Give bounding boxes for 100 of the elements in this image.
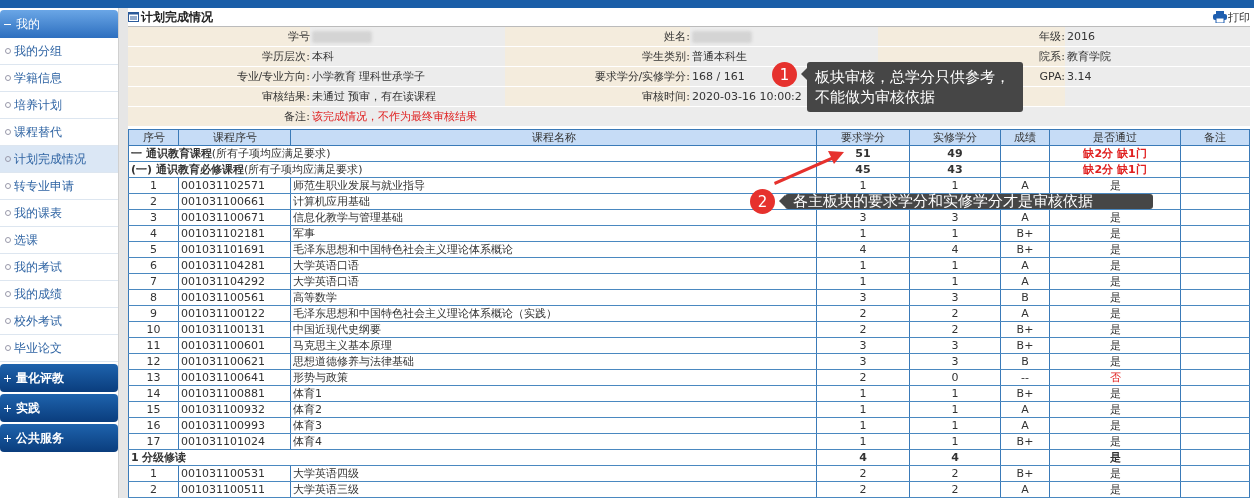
table-icon: [128, 12, 139, 22]
status-cell: 是: [1049, 225, 1181, 242]
status-cell: 是: [1049, 449, 1181, 466]
status-cell: 是: [1049, 433, 1181, 450]
table-cell: 4: [909, 449, 1001, 466]
table-cell: 13: [128, 369, 179, 386]
status-cell: 是: [1049, 257, 1181, 274]
table-cell: 2: [909, 465, 1001, 482]
table-cell: B+: [1000, 225, 1050, 242]
plus-icon: [4, 374, 11, 382]
status-cell: 是: [1049, 289, 1181, 306]
table-cell: 001031100641: [178, 369, 291, 386]
info-label: 审核结果:: [128, 87, 310, 107]
table-cell: 毛泽东思想和中国特色社会主义理论体系概论（实践）: [290, 305, 817, 322]
table-cell: 体育4: [290, 433, 817, 450]
table-cell: 001031100993: [178, 417, 291, 434]
table-cell: 大学英语三级: [290, 481, 817, 498]
status-cell: 缺2分 缺1门: [1049, 161, 1181, 178]
table-cell: 9: [128, 305, 179, 322]
table-cell: 1: [909, 273, 1001, 290]
column-header: 课程序号: [178, 129, 291, 146]
table-cell: 1: [816, 257, 910, 274]
table-cell: A: [1000, 481, 1050, 498]
table-cell: 7: [128, 273, 179, 290]
table-cell: 2: [128, 481, 179, 498]
info-value: 小学教育 理科世承学子: [310, 67, 505, 87]
info-value: 教育学院: [1065, 47, 1250, 67]
table-cell: 16: [128, 417, 179, 434]
table-cell: 4: [128, 225, 179, 242]
table-cell: 001031100601: [178, 337, 291, 354]
table-cell: 体育2: [290, 401, 817, 418]
table-cell: 001031100932: [178, 401, 291, 418]
table-cell: B: [1000, 289, 1050, 306]
table-cell: 马克思主义基本原理: [290, 337, 817, 354]
table-cell: 001031100131: [178, 321, 291, 338]
table-cell: 3: [816, 289, 910, 306]
table-cell: 1: [816, 417, 910, 434]
status-cell: 是: [1049, 273, 1181, 290]
status-cell: 是: [1049, 241, 1181, 258]
table-cell: 49: [909, 145, 1001, 162]
table-cell: 大学英语口语: [290, 273, 817, 290]
column-header: 序号: [128, 129, 179, 146]
table-cell: A: [1000, 257, 1050, 274]
annotation-note: 板块审核，总学分只供参考，不能做为审核依据: [807, 62, 1023, 112]
table-cell: 15: [128, 401, 179, 418]
table-cell: 2: [816, 465, 910, 482]
table-cell: 001031102181: [178, 225, 291, 242]
table-cell: 001031100661: [178, 193, 291, 210]
column-header: 是否通过: [1049, 129, 1181, 146]
table-cell: A: [1000, 273, 1050, 290]
column-header: 要求学分: [816, 129, 910, 146]
table-cell: 11: [128, 337, 179, 354]
sidebar-group-header[interactable]: 量化评教: [0, 364, 118, 392]
table-cell: 001031101024: [178, 433, 291, 450]
table-cell: 5: [128, 241, 179, 258]
arrow-annotation: [774, 151, 844, 185]
table-cell: 001031102571: [178, 177, 291, 194]
info-value: 2016: [1065, 27, 1250, 47]
table-cell: A: [1000, 177, 1050, 194]
table-cell: 体育1: [290, 385, 817, 402]
table-cell: 2: [816, 481, 910, 498]
table-cell: 军事: [290, 225, 817, 242]
sidebar-group-header[interactable]: 实践: [0, 394, 118, 422]
info-label: 学号: [128, 27, 310, 47]
table-cell: B: [1000, 353, 1050, 370]
sidebar-group-header[interactable]: 公共服务: [0, 424, 118, 452]
info-label: 审核时间:: [505, 87, 690, 107]
annotation-note: 各主板块的要求学分和实修学分才是审核依据: [785, 194, 1153, 209]
table-cell: 1: [816, 401, 910, 418]
table-cell: 001031100531: [178, 465, 291, 482]
sidebar-group-header[interactable]: 我的: [0, 10, 118, 38]
table-cell: A: [1000, 305, 1050, 322]
plus-icon: [4, 404, 11, 412]
table-cell: B+: [1000, 385, 1050, 402]
info-label: 备注:: [128, 107, 310, 127]
info-label: 学历层次:: [128, 47, 310, 67]
page-title: 计划完成情况: [141, 8, 213, 26]
table-cell: 4: [816, 449, 910, 466]
table-cell: 001031100122: [178, 305, 291, 322]
info-label: 姓名:: [505, 27, 690, 47]
table-cell: A: [1000, 401, 1050, 418]
table-cell: 1: [816, 225, 910, 242]
table-cell: 1: [816, 273, 910, 290]
table-cell: 3: [909, 289, 1001, 306]
table-cell: 12: [128, 353, 179, 370]
status-cell: 是: [1049, 177, 1181, 194]
print-link[interactable]: 打印: [1213, 9, 1250, 25]
sidebar-item[interactable]: 计划完成情况: [0, 146, 118, 173]
table-cell: 001031100671: [178, 209, 291, 226]
table-cell: 001031100881: [178, 385, 291, 402]
info-value: 普通本科生: [690, 47, 878, 67]
table-cell: 1: [909, 433, 1001, 450]
status-cell: 是: [1049, 385, 1181, 402]
table-cell: B+: [1000, 465, 1050, 482]
info-value: 未通过 预审，有在读课程: [310, 87, 505, 107]
column-header: 实修学分: [909, 129, 1001, 146]
table-cell: 4: [816, 241, 910, 258]
status-cell: 是: [1049, 305, 1181, 322]
status-cell: 否: [1049, 369, 1181, 386]
table-cell: 0: [909, 369, 1001, 386]
